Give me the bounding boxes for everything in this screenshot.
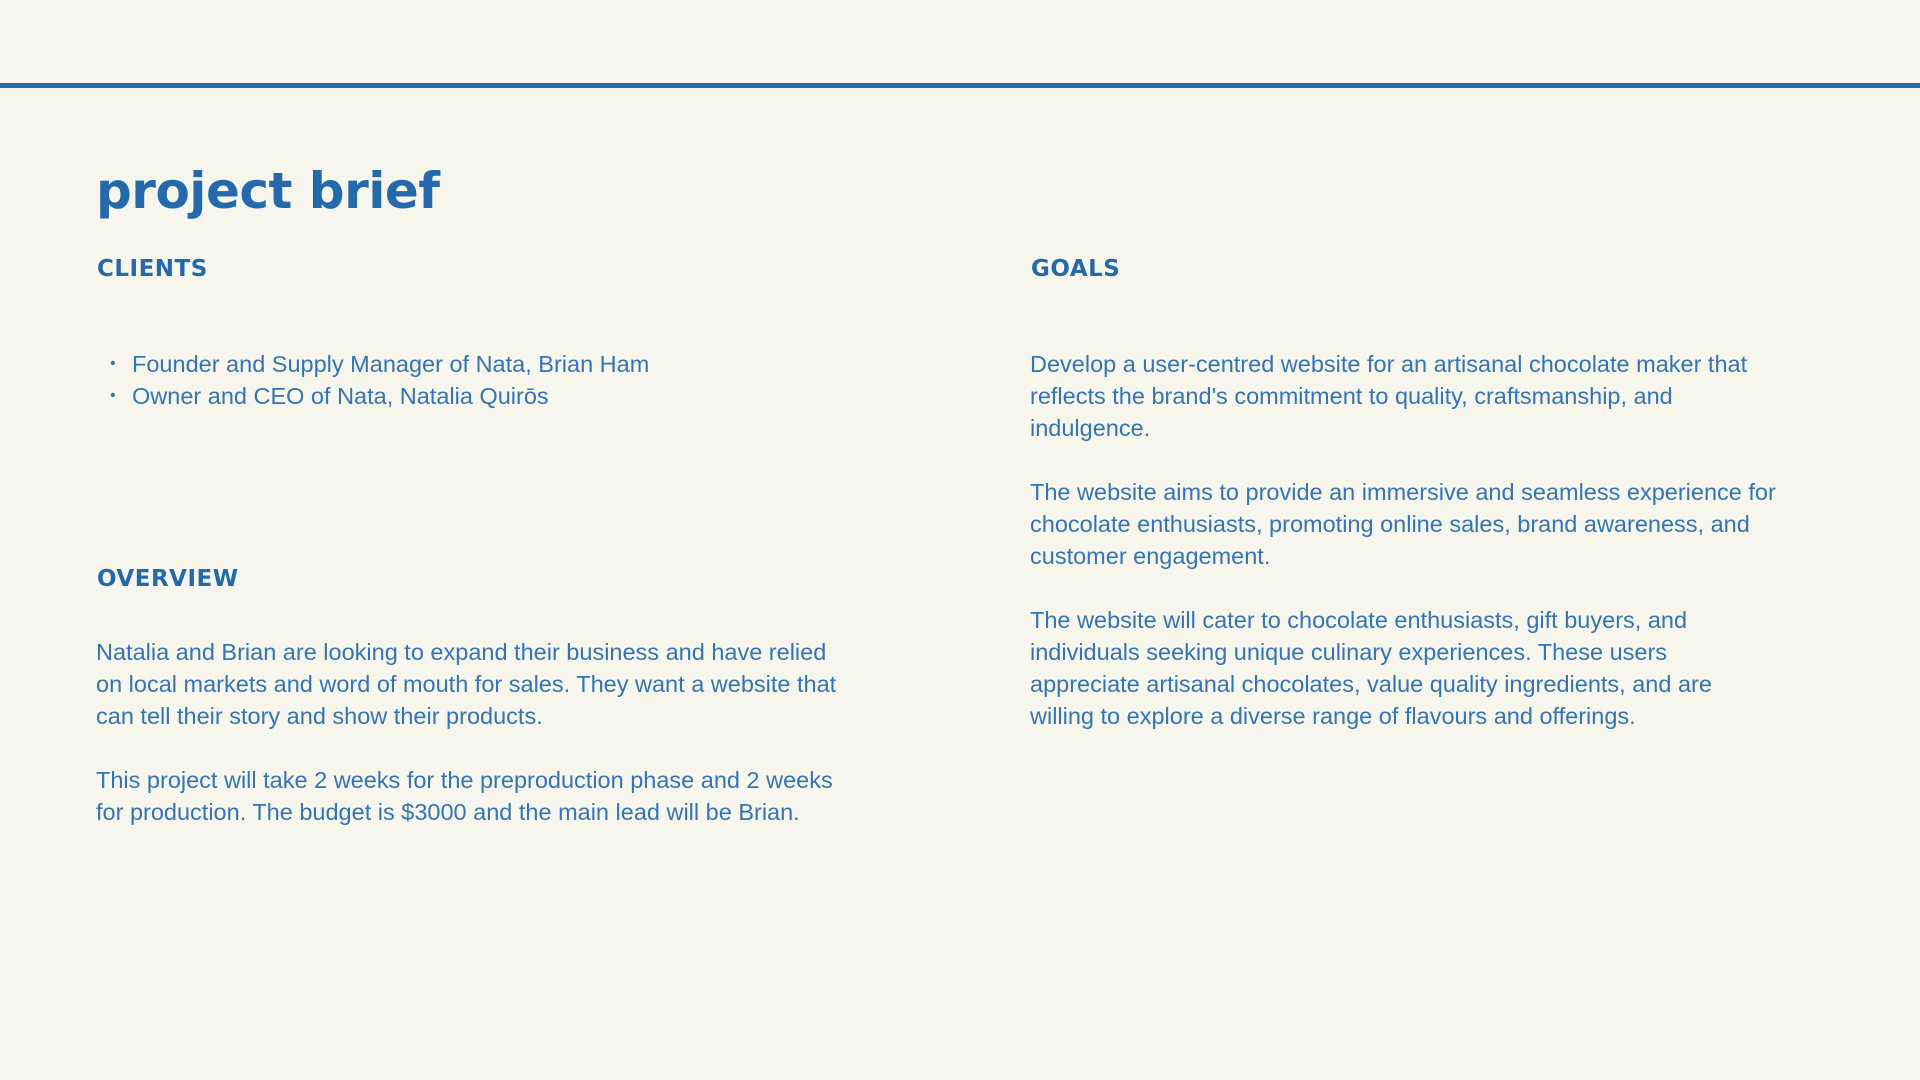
goals-heading: GOALS (1031, 256, 1121, 282)
client-name: Founder and Supply Manager of Nata, Bria… (132, 351, 650, 377)
overview-text: Natalia and Brian are looking to expand … (96, 636, 896, 860)
bullet-icon: • (110, 355, 116, 372)
overview-paragraph: This project will take 2 weeks for the p… (96, 767, 833, 825)
top-divider (0, 83, 1920, 88)
goals-paragraph: The website will cater to chocolate enth… (1030, 607, 1712, 729)
goals-text: Develop a user-centred website for an ar… (1030, 348, 1830, 764)
page-title: project brief (96, 162, 440, 220)
bullet-icon: • (110, 387, 116, 404)
list-item: • Owner and CEO of Nata, Natalia Quirōs (97, 380, 649, 412)
overview-heading: OVERVIEW (97, 566, 239, 592)
goals-paragraph: The website aims to provide an immersive… (1030, 479, 1776, 569)
list-item: • Founder and Supply Manager of Nata, Br… (97, 348, 649, 380)
goals-paragraph: Develop a user-centred website for an ar… (1030, 351, 1748, 441)
overview-paragraph: Natalia and Brian are looking to expand … (96, 639, 837, 729)
clients-list: • Founder and Supply Manager of Nata, Br… (97, 348, 649, 412)
client-name: Owner and CEO of Nata, Natalia Quirōs (132, 383, 549, 409)
clients-heading: CLIENTS (97, 256, 208, 282)
